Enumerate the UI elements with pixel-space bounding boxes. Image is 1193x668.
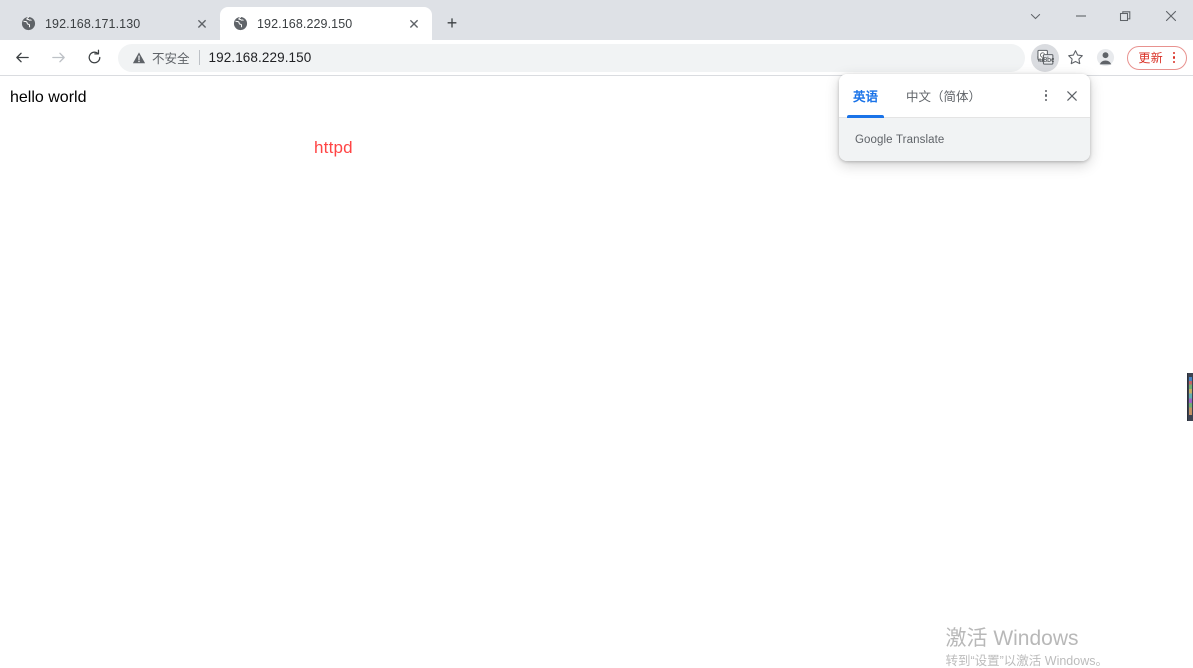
translate-popup-actions	[1034, 84, 1084, 108]
tab-title: 192.168.171.130	[45, 16, 141, 31]
three-dot-menu-icon[interactable]	[1166, 48, 1182, 68]
annotation-httpd: httpd	[314, 138, 353, 157]
omnibox-divider	[198, 50, 200, 65]
toolbar-actions: G \u8bed 更新	[1031, 43, 1187, 72]
reload-icon[interactable]	[79, 43, 109, 73]
update-button[interactable]: 更新	[1127, 45, 1187, 70]
new-tab-button[interactable]: +	[438, 9, 466, 37]
profile-avatar-icon[interactable]	[1091, 44, 1119, 72]
back-arrow-icon[interactable]	[7, 43, 37, 73]
close-window-icon[interactable]	[1148, 0, 1193, 32]
google-translate-brand: Google Translate	[855, 134, 944, 146]
translate-wordmark: Translate	[895, 133, 945, 146]
translate-tab-chinese[interactable]: 中文（简体）	[892, 74, 995, 118]
update-button-label: 更新	[1138, 51, 1163, 65]
browser-tab-2[interactable]: 192.168.229.150 ✕	[220, 7, 432, 40]
translate-language-tabs: 英语 中文（简体）	[839, 74, 1034, 118]
page-viewport: hello world httpd 激活 Windows 转到“设置”以激活 W…	[0, 76, 1193, 668]
translate-icon[interactable]: G \u8bed	[1031, 43, 1060, 72]
tab-title: 192.168.229.150	[257, 16, 353, 31]
browser-tab-1[interactable]: 192.168.171.130 ✕	[8, 7, 220, 40]
translate-tab-english[interactable]: 英语	[839, 74, 892, 118]
address-bar[interactable]: 不安全 192.168.229.150	[118, 43, 1026, 72]
three-dot-menu-icon[interactable]	[1034, 84, 1058, 108]
forward-arrow-icon[interactable]	[43, 43, 73, 73]
close-icon[interactable]	[1060, 84, 1084, 108]
tab-search-chevron-down-icon[interactable]	[1013, 0, 1058, 32]
address-bar-url[interactable]: 192.168.229.150	[209, 50, 312, 65]
translate-popup-footer: Google Translate	[839, 118, 1090, 161]
security-status-label: 不安全	[152, 52, 190, 66]
browser-toolbar: 不安全 192.168.229.150 G \u8bed	[0, 40, 1193, 76]
tab-strip: 192.168.171.130 ✕ 192.168.229.150 ✕ +	[0, 0, 1193, 40]
svg-text:\u8bed: \u8bed	[1037, 56, 1054, 64]
watermark-title: 激活 Windows	[945, 627, 1079, 650]
window-controls	[1013, 0, 1193, 40]
windows-activation-watermark: 激活 Windows 转到“设置”以激活 Windows。	[945, 626, 1108, 668]
page-body-text: hello world	[10, 89, 87, 106]
minimize-icon[interactable]	[1058, 0, 1103, 32]
maximize-restore-icon[interactable]	[1103, 0, 1148, 32]
offscreen-window-edge	[1187, 373, 1193, 421]
tab-close-button[interactable]: ✕	[192, 14, 212, 34]
browser-window: 192.168.171.130 ✕ 192.168.229.150 ✕ + 不安…	[0, 0, 1193, 668]
google-wordmark: Google	[855, 133, 893, 146]
translate-popup: 英语 中文（简体） Google Translate	[839, 74, 1090, 161]
globe-icon	[20, 16, 36, 32]
warning-triangle-icon[interactable]	[132, 51, 146, 65]
globe-icon	[232, 16, 248, 32]
watermark-subtitle: 转到“设置”以激活 Windows。	[945, 654, 1108, 668]
bookmark-star-icon[interactable]	[1061, 44, 1089, 72]
translate-popup-header: 英语 中文（简体）	[839, 74, 1090, 118]
tab-close-button[interactable]: ✕	[404, 14, 424, 34]
